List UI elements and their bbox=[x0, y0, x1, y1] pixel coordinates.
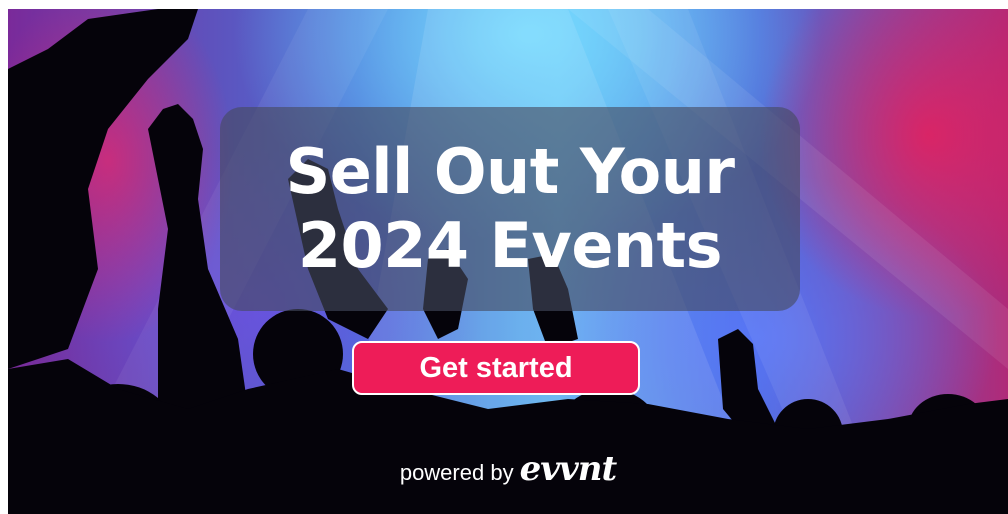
get-started-button[interactable]: Get started bbox=[352, 341, 640, 395]
powered-by-footer: powered by evvnt bbox=[8, 449, 1008, 489]
headline-panel: Sell Out Your 2024 Events bbox=[220, 107, 800, 311]
promo-banner: Sell Out Your 2024 Events Get started po… bbox=[8, 9, 1008, 514]
headline-line-2: 2024 Events bbox=[297, 209, 723, 282]
headline-line-1: Sell Out Your bbox=[285, 135, 735, 208]
brand-logo: evvnt bbox=[519, 449, 618, 489]
powered-by-label: powered by bbox=[399, 460, 514, 485]
